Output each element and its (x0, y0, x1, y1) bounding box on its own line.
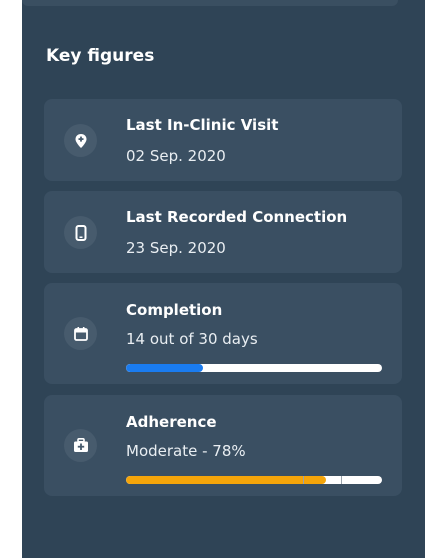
card-completion: Completion 14 out of 30 days (44, 283, 402, 384)
card-value: 14 out of 30 days (126, 330, 258, 348)
completion-progress-bar (126, 364, 382, 372)
card-title: Adherence (126, 413, 217, 431)
card-adherence: Adherence Moderate - 78% (44, 395, 402, 496)
card-title: Completion (126, 301, 223, 319)
adherence-progress-bar (126, 476, 382, 484)
previous-card-edge (22, 0, 398, 6)
phone-icon (64, 216, 97, 249)
card-last-in-clinic-visit: Last In-Clinic Visit 02 Sep. 2020 (44, 99, 402, 181)
location-pin-icon (64, 124, 97, 157)
calendar-icon (64, 317, 97, 350)
card-title: Last Recorded Connection (126, 208, 348, 226)
card-title: Last In-Clinic Visit (126, 116, 279, 134)
card-last-recorded-connection: Last Recorded Connection 23 Sep. 2020 (44, 191, 402, 273)
card-value: Moderate - 78% (126, 442, 246, 460)
completion-progress-fill (126, 364, 203, 372)
section-title: Key figures (46, 46, 155, 66)
adherence-progress-fill (126, 476, 326, 484)
adherence-threshold-marker (341, 476, 343, 484)
card-value: 02 Sep. 2020 (126, 147, 226, 165)
card-value: 23 Sep. 2020 (126, 239, 226, 257)
medical-kit-icon (64, 429, 97, 462)
adherence-threshold-marker (302, 476, 304, 484)
